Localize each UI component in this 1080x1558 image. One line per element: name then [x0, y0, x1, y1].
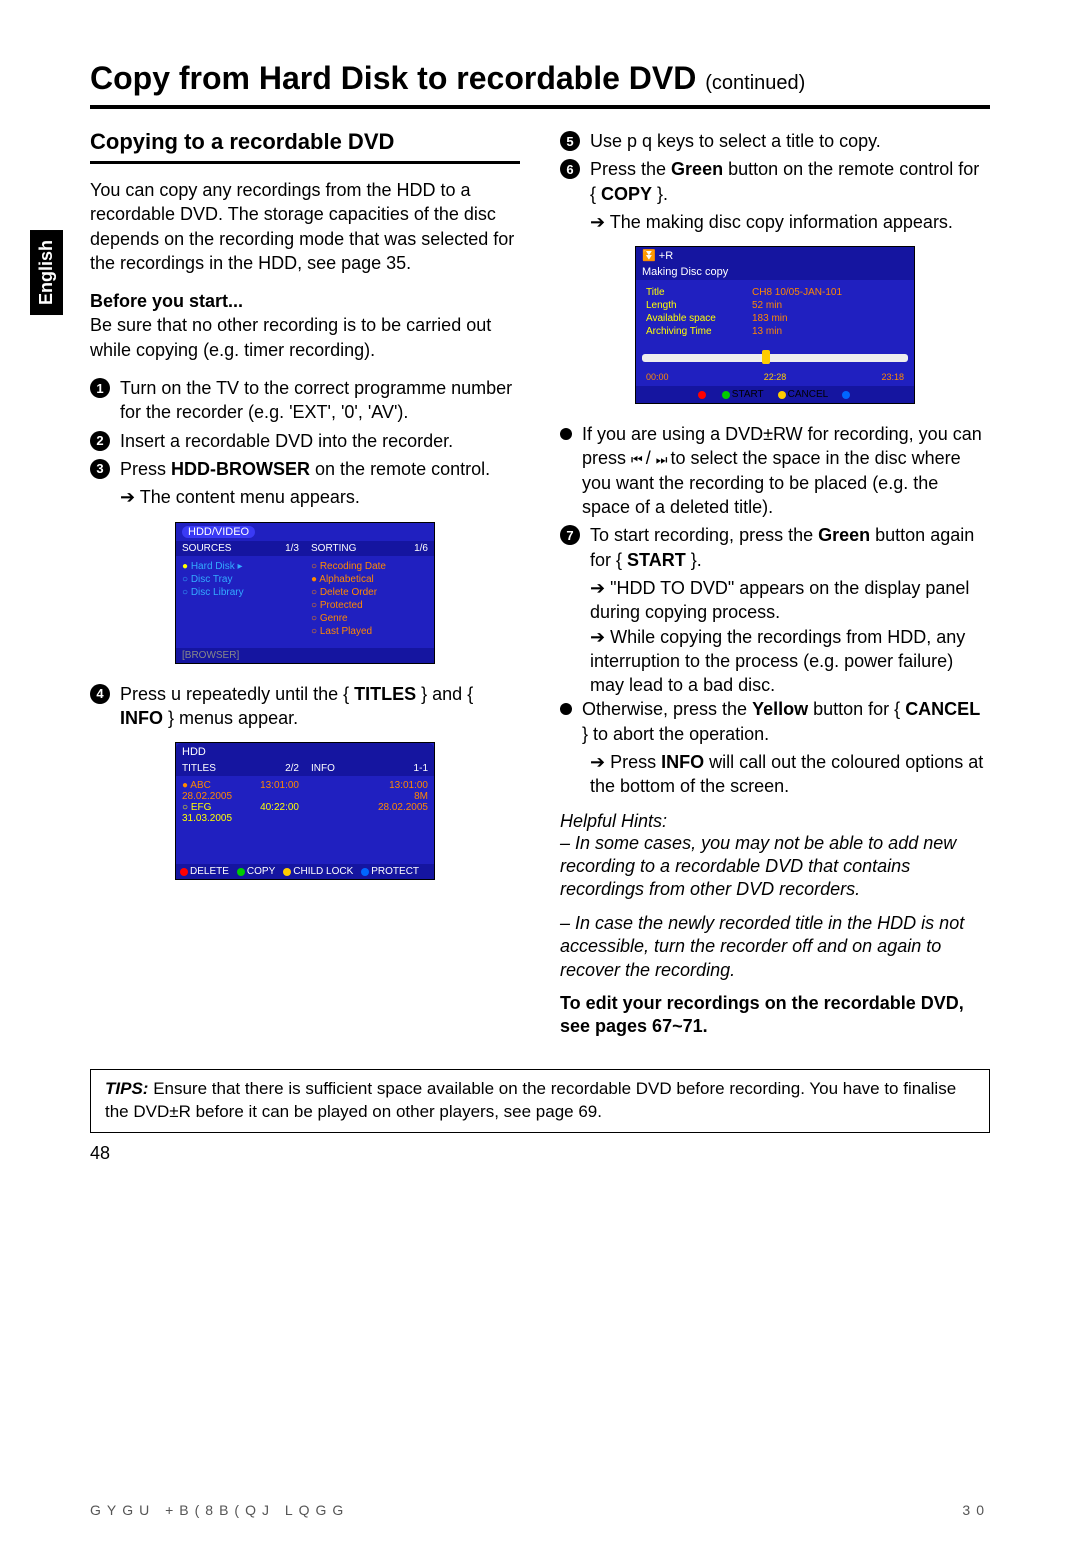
section-heading: Copying to a recordable DVD [90, 129, 520, 164]
right-column: 5 Use p q keys to select a title to copy… [560, 129, 990, 1039]
step-3: 3 Press HDD-BROWSER on the remote contro… [90, 457, 520, 481]
step-number-icon: 2 [90, 431, 110, 451]
footer: GYGU +B(8B(QJ LQGG 30 [90, 1502, 990, 1518]
bullet-dvdrw: If you are using a DVD±RW for recording,… [560, 422, 990, 519]
screenshot-browser: HDD/VIDEO SOURCES1/3 ● Hard Disk ▸ ○ Dis… [175, 522, 435, 664]
step-1: 1 Turn on the TV to the correct programm… [90, 376, 520, 425]
step-7-result-1: "HDD TO DVD" appears on the display pane… [590, 576, 990, 625]
intro-text: You can copy any recordings from the HDD… [90, 178, 520, 275]
step-5: 5 Use p q keys to select a title to copy… [560, 129, 990, 153]
step-number-icon: 5 [560, 131, 580, 151]
screenshot-titles: HDD TITLES2/2 ● ABC 28.02.200513:01:00 ○… [175, 742, 435, 880]
step-number-icon: 7 [560, 525, 580, 545]
step-7: 7 To start recording, press the Green bu… [560, 523, 990, 572]
footer-left: GYGU +B(8B(QJ LQGG [90, 1502, 349, 1518]
step-2: 2 Insert a recordable DVD into the recor… [90, 429, 520, 453]
step-number-icon: 1 [90, 378, 110, 398]
step-4: 4 Press u repeatedly until the { TITLES … [90, 682, 520, 731]
hint-2: – In case the newly recorded title in th… [560, 912, 990, 982]
columns: Copying to a recordable DVD You can copy… [90, 129, 990, 1039]
screenshot-making-disc: ⏬ +R Making Disc copy TitleCH8 10/05-JAN… [635, 246, 915, 404]
step-number-icon: 6 [560, 159, 580, 179]
page-title: Copy from Hard Disk to recordable DVD (c… [90, 60, 990, 109]
bullet-icon [560, 428, 572, 440]
hints-title: Helpful Hints: [560, 811, 990, 832]
before-start: Before you start... Be sure that no othe… [90, 289, 520, 362]
step-7-result-2: While copying the recordings from HDD, a… [590, 625, 990, 698]
left-column: Copying to a recordable DVD You can copy… [90, 129, 520, 1039]
footer-right: 30 [962, 1502, 990, 1518]
page-number: 48 [90, 1143, 990, 1164]
step-number-icon: 3 [90, 459, 110, 479]
manual-page: English Copy from Hard Disk to recordabl… [0, 0, 1080, 1558]
step-number-icon: 4 [90, 684, 110, 704]
skip-back-icon: ⏮ [631, 452, 641, 467]
step-3-result: The content menu appears. [120, 485, 520, 509]
skip-forward-icon: ⏭ [656, 452, 666, 467]
step-6: 6 Press the Green button on the remote c… [560, 157, 990, 206]
language-tab: English [30, 230, 63, 315]
bullet-icon [560, 703, 572, 715]
tips-box: TIPS: Ensure that there is sufficient sp… [90, 1069, 990, 1133]
step-6-result: The making disc copy information appears… [590, 210, 990, 234]
cross-reference: To edit your recordings on the recordabl… [560, 992, 990, 1039]
bullet-cancel-result: Press INFO will call out the coloured op… [590, 750, 990, 799]
hint-1: – In some cases, you may not be able to … [560, 832, 990, 902]
bullet-cancel: Otherwise, press the Yellow button for {… [560, 697, 990, 746]
